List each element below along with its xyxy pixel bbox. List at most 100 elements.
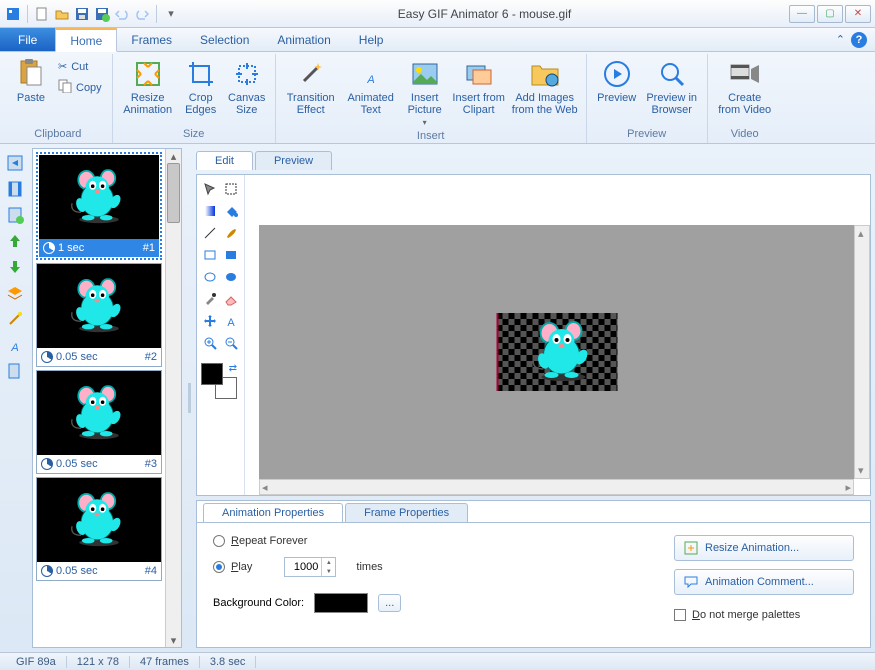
animated-text-button[interactable]: AAnimated Text [342,56,400,118]
tool-eraser-icon[interactable] [222,289,241,309]
tab-selection[interactable]: Selection [186,28,263,51]
preview-browser-button[interactable]: Preview in Browser [643,56,701,118]
bgcolor-swatch[interactable] [314,593,368,613]
clipart-icon [463,58,495,90]
transition-effect-button[interactable]: Transition Effect [282,56,340,118]
tab-edit[interactable]: Edit [196,151,253,170]
spinner-down-icon[interactable]: ▼ [322,567,335,576]
svg-text:A: A [227,317,235,328]
insert-clipart-button[interactable]: Insert from Clipart [450,56,508,118]
tool-rectfill-icon[interactable] [222,245,241,265]
canvas-size-button[interactable]: Canvas Size [225,56,269,118]
canvas[interactable] [259,225,854,479]
preview-button[interactable]: Preview [593,56,641,106]
wand-icon [295,58,327,90]
tool-rect-icon[interactable] [201,245,220,265]
lt-text-a-icon[interactable]: A [4,334,26,356]
status-duration: 3.8 sec [200,656,256,668]
tab-frame-properties[interactable]: Frame Properties [345,503,468,522]
lt-goto-icon[interactable] [4,152,26,174]
tab-help[interactable]: Help [345,28,398,51]
minimize-button[interactable]: — [789,5,815,23]
lt-wand-icon[interactable] [4,308,26,330]
save-icon[interactable] [73,5,91,23]
qat-dropdown-icon[interactable]: ▾ [162,5,180,23]
resize-icon [132,58,164,90]
insert-picture-button[interactable]: Insert Picture▾ [402,56,448,129]
repeat-forever-radio[interactable]: Repeat Forever [213,535,401,547]
tab-animation[interactable]: Animation [263,28,344,51]
tool-pointer-icon[interactable] [201,179,220,199]
tool-brush-icon[interactable] [222,223,241,243]
frame-thumbnail[interactable]: 0.05 sec#3 [36,370,162,474]
paste-button[interactable]: Paste [10,56,52,106]
canvas-hscrollbar[interactable]: ◂▸ [259,479,854,495]
splitter[interactable] [186,148,192,648]
tool-line-icon[interactable] [201,223,220,243]
lt-filmadd-icon[interactable] [4,204,26,226]
canvas-image[interactable] [496,313,617,391]
add-images-web-button[interactable]: Add Images from the Web [510,56,580,118]
scroll-thumb[interactable] [167,163,180,223]
file-menu-button[interactable]: File [0,28,55,51]
swap-colors-icon[interactable]: ⇄ [229,363,237,374]
animation-comment-button[interactable]: Animation Comment... [674,569,854,595]
play-count-input[interactable]: ▲▼ [284,557,336,577]
copy-button[interactable]: Copy [54,77,106,98]
tool-move-icon[interactable] [201,311,220,331]
ribbon-group-clipboard: Paste ✂Cut Copy Clipboard [4,54,113,143]
help-icon[interactable]: ? [851,32,867,48]
tool-zoomout-icon[interactable] [222,333,241,353]
tool-ellipsefill-icon[interactable] [222,267,241,287]
main-area: A 1 sec#1 0.05 sec#2 0.05 sec#3 [0,144,875,652]
svg-text:A: A [10,342,18,354]
create-from-video-button[interactable]: Create from Video [714,56,776,118]
app-icon[interactable] [4,5,22,23]
tool-zoomin-icon[interactable] [201,333,220,353]
saveas-icon[interactable] [93,5,111,23]
resize-animation-button[interactable]: Resize Animation [119,56,177,118]
cut-button[interactable]: ✂Cut [54,58,106,75]
crop-edges-button[interactable]: Crop Edges [179,56,223,118]
bgcolor-picker-button[interactable]: ... [378,594,401,612]
tab-home[interactable]: Home [55,28,117,52]
scroll-up-icon[interactable]: ▴ [166,149,181,163]
tool-gradient-icon[interactable] [201,201,220,221]
undo-icon[interactable] [113,5,131,23]
color-swatch[interactable]: ⇄ [201,363,237,399]
lt-arrow-up-icon[interactable] [4,230,26,252]
new-icon[interactable] [33,5,51,23]
maximize-button[interactable]: ▢ [817,5,843,23]
frame-thumbnail[interactable]: 0.05 sec#2 [36,263,162,367]
frame-thumbnail[interactable]: 0.05 sec#4 [36,477,162,581]
tool-fill-icon[interactable] [222,201,241,221]
tool-text-icon[interactable]: A [222,311,241,331]
tool-eyedropper-icon[interactable] [201,289,220,309]
frames-panel: 1 sec#1 0.05 sec#2 0.05 sec#3 0.05 sec#4… [32,148,182,648]
close-button[interactable]: ✕ [845,5,871,23]
lt-film-icon[interactable] [4,178,26,200]
frames-list[interactable]: 1 sec#1 0.05 sec#2 0.05 sec#3 0.05 sec#4 [33,149,165,647]
lt-doc-icon[interactable] [4,360,26,382]
collapse-ribbon-icon[interactable]: ⌃ [836,33,845,46]
spinner-up-icon[interactable]: ▲ [322,558,335,567]
play-radio[interactable]: Play ▲▼ times [213,557,401,577]
tool-palette: A ⇄ [197,175,245,495]
tab-preview[interactable]: Preview [255,151,332,170]
tool-ellipse-icon[interactable] [201,267,220,287]
frames-scrollbar[interactable]: ▴ ▾ [165,149,181,647]
frame-thumbnail[interactable]: 1 sec#1 [36,152,162,260]
scroll-down-icon[interactable]: ▾ [166,633,181,647]
tab-frames[interactable]: Frames [117,28,186,51]
redo-icon[interactable] [133,5,151,23]
lt-layers-icon[interactable] [4,282,26,304]
lt-arrow-down-icon[interactable] [4,256,26,278]
canvas-vscrollbar[interactable]: ▴▾ [854,225,870,479]
tool-marquee-icon[interactable] [222,179,241,199]
no-merge-palettes-checkbox[interactable]: Do not merge palettes [674,609,854,621]
fg-color-swatch[interactable] [201,363,223,385]
resize-animation-dialog-button[interactable]: Resize Animation... [674,535,854,561]
open-icon[interactable] [53,5,71,23]
tab-animation-properties[interactable]: Animation Properties [203,503,343,522]
picture-icon [409,58,441,90]
